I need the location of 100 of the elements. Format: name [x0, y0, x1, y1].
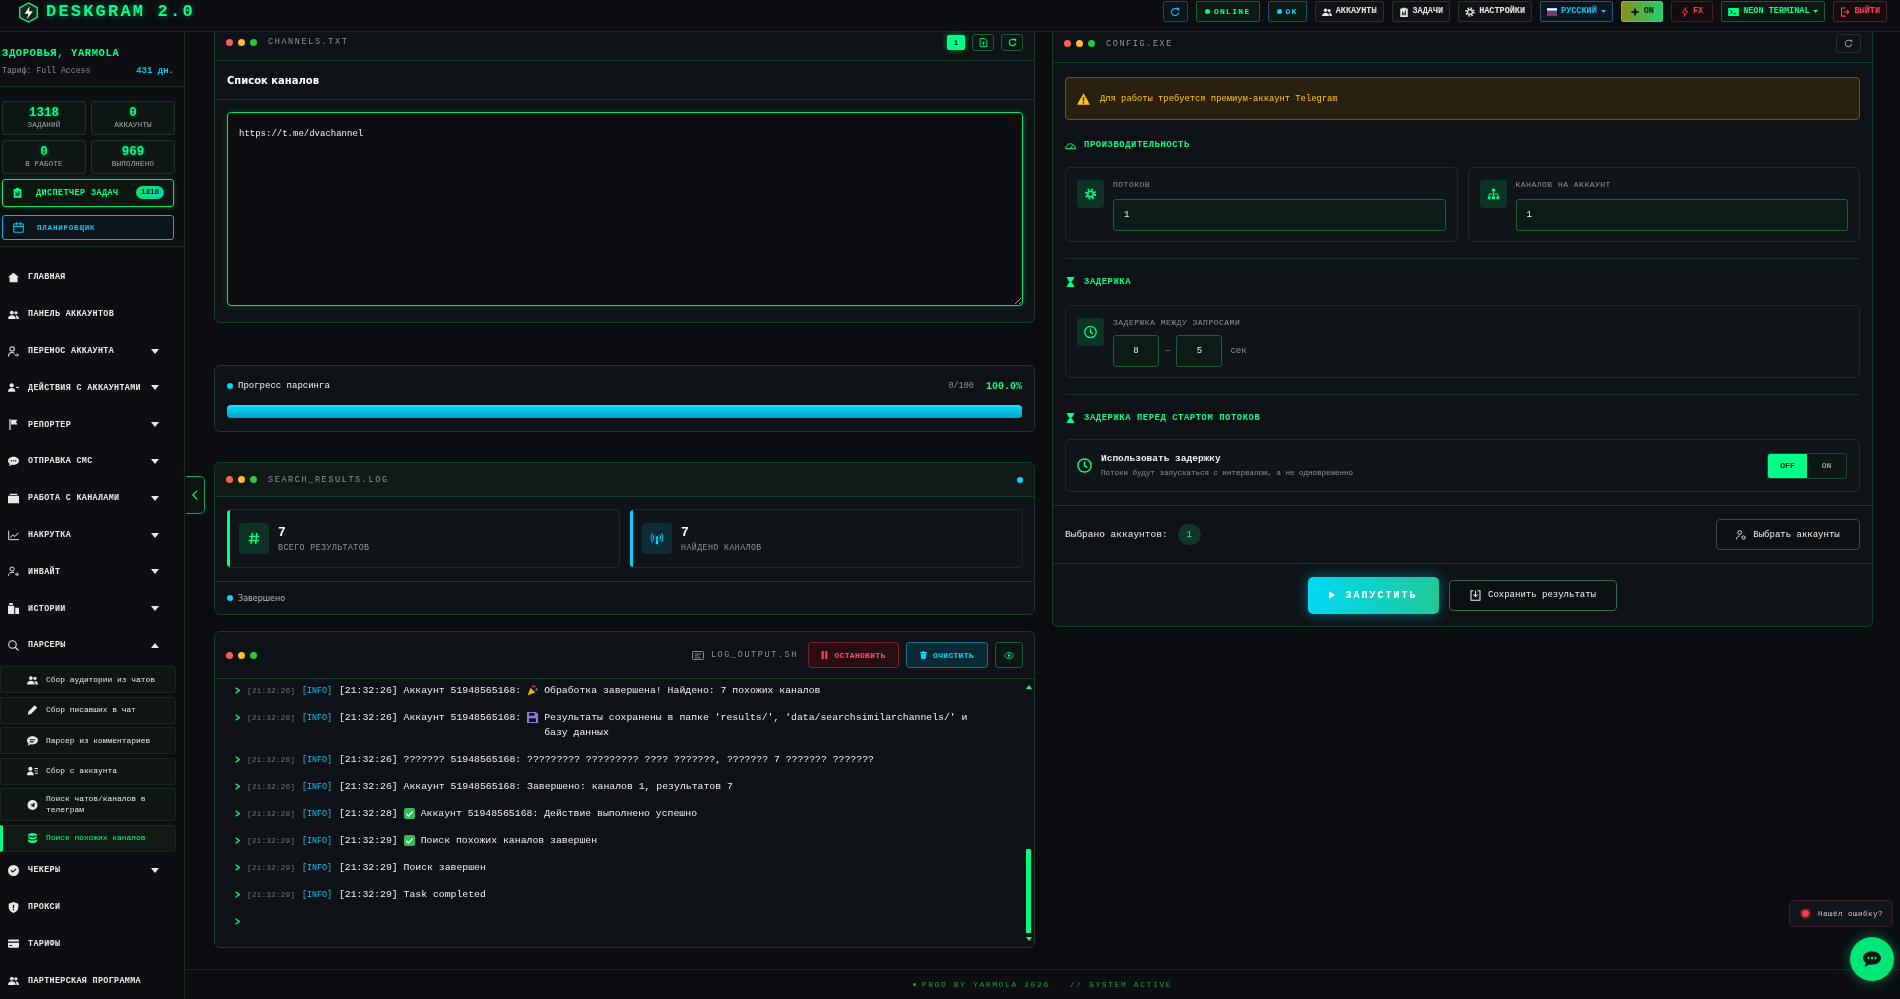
- chat-icon: [8, 455, 19, 467]
- status-dot-icon: [912, 983, 916, 986]
- switch-option[interactable]: ON: [1807, 453, 1846, 478]
- collapse-sidebar-button[interactable]: [186, 476, 205, 514]
- logout-button[interactable]: ВЫЙТИ: [1833, 1, 1887, 22]
- selected-count: 1: [1177, 524, 1201, 545]
- logout-icon: [1840, 6, 1851, 17]
- log-level: [INFO]: [302, 808, 332, 820]
- stop-button[interactable]: ОСТАНОВИТЬ: [808, 642, 899, 668]
- stat-value: 0: [40, 145, 48, 159]
- log-timestamp: [21:32:29]: [247, 835, 295, 847]
- user-arrow-icon: [8, 345, 19, 357]
- clipboard-icon: [13, 187, 22, 199]
- theme-dropdown[interactable]: NEON TERMINAL: [1721, 1, 1826, 22]
- eye-icon: [1004, 651, 1014, 659]
- users-icon: [8, 308, 19, 320]
- log-timestamp: [21:32:26]: [247, 781, 295, 793]
- terminal-icon: [1728, 7, 1740, 16]
- nav-item[interactable]: ПАРТНЕРСКАЯ ПРОГРАММА: [0, 962, 176, 999]
- clear-button[interactable]: ОЧИСТИТЬ: [906, 642, 988, 668]
- nav-item[interactable]: ИСТОРИИ: [0, 590, 176, 627]
- refresh-button[interactable]: [1162, 1, 1188, 22]
- party-popper-icon: [527, 685, 539, 696]
- range-separator: —: [1165, 346, 1171, 356]
- refresh-button[interactable]: [1836, 34, 1861, 53]
- gear-icon: [1077, 180, 1104, 208]
- number-input[interactable]: 1: [1515, 199, 1848, 231]
- effects-toggle[interactable]: ON: [1620, 1, 1663, 22]
- stat-value: 1318: [29, 106, 59, 120]
- nav-item[interactable]: ДЕЙСТВИЯ С АККАУНТАМИ: [0, 369, 176, 407]
- window-controls-icon: [226, 476, 257, 483]
- log-level: [INFO]: [302, 712, 332, 724]
- nav-item[interactable]: РАБОТА С КАНАЛАМИ: [0, 479, 176, 517]
- system-status-text: // SYSTEM ACTIVE: [1069, 980, 1173, 989]
- progress-count: 0/100: [948, 381, 974, 391]
- tasks-button[interactable]: ЗАДАЧИ: [1391, 1, 1451, 22]
- channel-list-input[interactable]: https://t.me/dvachannel: [227, 112, 1023, 306]
- clock-icon: [1077, 318, 1104, 346]
- status-dot-icon: [227, 383, 233, 389]
- window-controls-icon: [226, 38, 257, 46]
- window-title: CONFIG.EXE: [1106, 38, 1173, 49]
- log-timestamp: [21:32:26]: [247, 754, 295, 766]
- log-message: [21:32:26] Аккаунт 51948565168:: [338, 711, 522, 725]
- prompt-chevron-icon: [235, 714, 240, 721]
- nav-item[interactable]: ПРОКСИ: [0, 888, 176, 926]
- nav-item[interactable]: ОТПРАВКА СМС: [0, 443, 176, 480]
- number-input[interactable]: 8: [1113, 335, 1159, 367]
- nav-item[interactable]: ТАРИФЫ: [0, 925, 176, 963]
- status-dot-icon: [227, 595, 233, 601]
- file-upload-icon: [978, 37, 988, 47]
- window-title: LOG_OUTPUT.SH: [710, 650, 798, 660]
- nav-item[interactable]: НАКРУТКА: [0, 516, 176, 554]
- accounts-button[interactable]: АККАУНТЫ: [1314, 1, 1384, 22]
- chat-button[interactable]: [1850, 937, 1894, 981]
- user-icon: [1736, 529, 1747, 540]
- view-button[interactable]: [995, 642, 1023, 668]
- switch-option[interactable]: OFF: [1768, 453, 1807, 478]
- nav-item[interactable]: ИНВАЙТ: [0, 553, 176, 591]
- number-input[interactable]: 5: [1176, 335, 1223, 367]
- log-timestamp: [21:32:28]: [247, 808, 295, 820]
- flag-icon: [8, 419, 19, 431]
- result-count: 7: [681, 525, 690, 540]
- nav-item[interactable]: ПАРСЕРЫ: [0, 627, 176, 664]
- fx-button[interactable]: FX: [1670, 1, 1714, 22]
- chat-icon: [1863, 951, 1881, 967]
- number-input[interactable]: 1: [1113, 199, 1446, 231]
- upload-button[interactable]: [972, 33, 994, 51]
- choose-accounts-button[interactable]: Выбрать аккаунты: [1716, 519, 1860, 550]
- broadcast-icon: [642, 523, 672, 554]
- log-level: [INFO]: [302, 889, 332, 901]
- user-arrow-icon: [8, 566, 19, 578]
- log-message: Обработка завершена! Найдено: 7 похожих каналов: [544, 684, 821, 698]
- status-indicator[interactable]: OK: [1267, 1, 1307, 22]
- refresh-button[interactable]: [1001, 33, 1023, 51]
- language-dropdown[interactable]: РУССКИЙ: [1540, 1, 1613, 22]
- nav-item[interactable]: ГЛАВНАЯ: [0, 259, 176, 296]
- save-results-button[interactable]: Сохранить результаты: [1449, 579, 1617, 611]
- download-box-icon: [1470, 589, 1481, 601]
- window-controls-icon: [1064, 40, 1095, 47]
- nav-item[interactable]: ПЕРЕНОС АККАУНТА: [0, 332, 176, 370]
- log-level: [INFO]: [302, 835, 332, 847]
- log-timestamp: [21:32:26]: [247, 712, 295, 724]
- log-level: [INFO]: [302, 781, 332, 793]
- hourglass-icon: [1065, 277, 1076, 287]
- settings-button[interactable]: НАСТРОЙКИ: [1458, 1, 1533, 22]
- check-box-icon: [403, 808, 415, 819]
- nav-item[interactable]: РЕПОРТЕР: [0, 406, 176, 444]
- status-indicator[interactable]: ONLINE: [1195, 1, 1260, 22]
- log-timestamp: [21:32:26]: [247, 685, 295, 697]
- shield-icon: [8, 901, 19, 913]
- window-title: CHANNELS.TXT: [268, 37, 349, 47]
- days-left-text: 431 дн.: [136, 65, 174, 78]
- log-level: [INFO]: [302, 862, 332, 874]
- play-icon: [1329, 591, 1336, 599]
- log-message: [21:32:28]: [338, 807, 398, 821]
- nav-item[interactable]: ЧЕКЕРЫ: [0, 851, 176, 889]
- database-icon: [27, 833, 38, 844]
- section-title: ПРОИЗВОДИТЕЛЬНОСТЬ: [1084, 140, 1190, 150]
- nav-item[interactable]: ПАНЕЛЬ АККАУНТОВ: [0, 295, 176, 333]
- progress-percent: 100.0%: [986, 380, 1022, 392]
